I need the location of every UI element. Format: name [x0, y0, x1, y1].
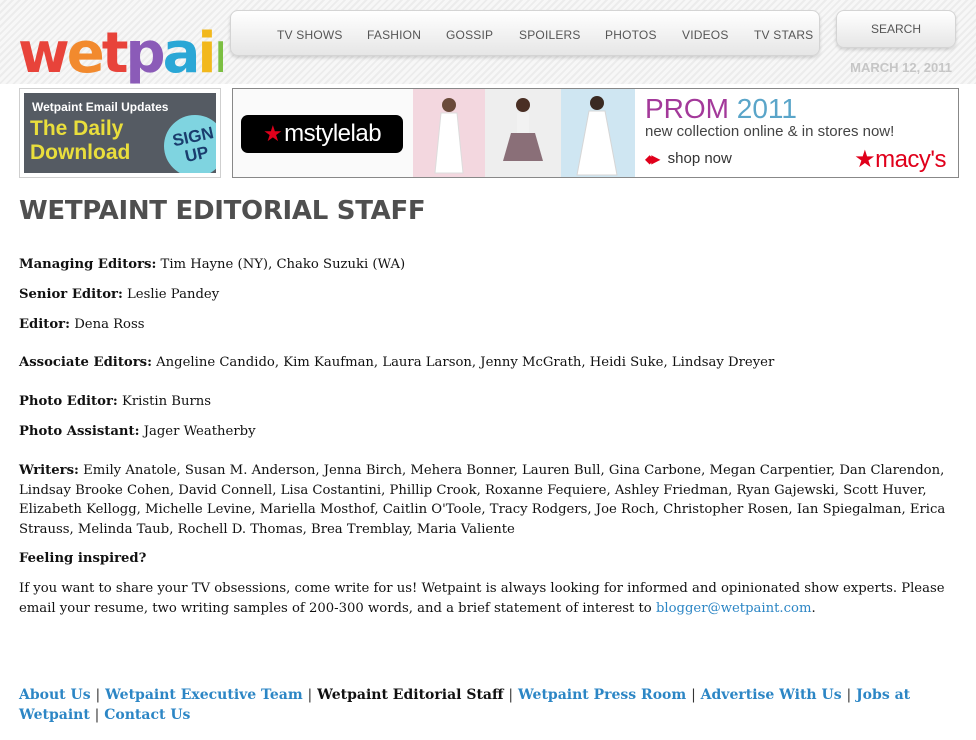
nav-tab-videos[interactable]: VIDEOS — [682, 28, 729, 42]
prom-word: PROM — [645, 93, 729, 124]
staff-names: Tim Hayne (NY), Chako Suzuki (WA) — [160, 257, 406, 272]
nav-tab-fashion[interactable]: FASHION — [367, 28, 421, 42]
ad-brand-panel: ★ mstylelab — [233, 89, 413, 177]
footer-link-about-us[interactable]: About Us — [19, 687, 91, 703]
email-updates-promo[interactable]: Wetpaint Email Updates The Daily Downloa… — [19, 88, 221, 178]
main-navigation: TV SHOWS FASHION GOSSIP SPOILERS PHOTOS … — [230, 10, 820, 56]
prom-subtitle: new collection online & in stores now! — [645, 123, 895, 140]
double-arrow-icon: ◆▶ — [645, 152, 661, 166]
star-icon: ★ — [854, 146, 876, 173]
feeling-inspired-heading: Feeling inspired? — [19, 549, 949, 569]
staff-photo-editor: Photo Editor: Kristin Burns — [19, 392, 949, 412]
inspired-heading-text: Feeling inspired? — [19, 551, 147, 566]
footer-link-advertise[interactable]: Advertise With Us — [701, 687, 842, 703]
staff-editor: Editor: Dena Ross — [19, 315, 949, 335]
wetpaint-logo[interactable]: wetpaint — [18, 14, 223, 90]
nav-tab-tv-shows[interactable]: TV SHOWS — [277, 28, 343, 42]
staff-names: Angeline Candido, Kim Kaufman, Laura Lar… — [156, 355, 775, 370]
shop-now-label: shop now — [667, 150, 732, 167]
nav-tab-gossip[interactable]: GOSSIP — [446, 28, 493, 42]
signup-button[interactable]: SIGN UP — [158, 109, 216, 173]
footer-link-press-room[interactable]: Wetpaint Press Room — [518, 687, 686, 703]
promo-heading: Wetpaint Email Updates — [32, 100, 169, 114]
promo-panel: Wetpaint Email Updates The Daily Downloa… — [24, 93, 216, 173]
footer-separator: | — [691, 687, 696, 703]
prom-year: 2011 — [736, 93, 797, 124]
nav-tab-tv-stars[interactable]: TV STARS — [754, 28, 813, 42]
footer-separator: | — [508, 687, 514, 703]
footer-separator: | — [94, 706, 100, 723]
footer-link-contact-us[interactable]: Contact Us — [104, 707, 190, 723]
staff-associate-editors: Associate Editors: Angeline Candido, Kim… — [19, 353, 949, 373]
staff-names: Emily Anatole, Susan M. Anderson, Jenna … — [19, 463, 946, 537]
staff-label: Editor: — [19, 317, 70, 332]
staff-managing-editors: Managing Editors: Tim Hayne (NY), Chako … — [19, 255, 949, 275]
macys-logo: ★macy's — [854, 145, 946, 174]
staff-label: Photo Editor: — [19, 394, 118, 409]
mstylelab-logo: ★ mstylelab — [241, 115, 403, 153]
ad-copy-panel: PROM 2011 new collection online & in sto… — [635, 89, 958, 177]
footer-separator: | — [846, 687, 852, 703]
staff-names: Kristin Burns — [121, 394, 212, 409]
inspired-end: . — [811, 600, 816, 616]
promo-title: The Daily Download — [30, 117, 131, 164]
staff-names: Dena Ross — [74, 317, 145, 332]
footer-separator: | — [95, 687, 101, 703]
staff-label: Senior Editor: — [19, 287, 123, 302]
page-title: WETPAINT EDITORIAL STAFF — [19, 196, 426, 226]
staff-label: Managing Editors: — [19, 257, 157, 272]
footer-separator: | — [307, 687, 313, 703]
macys-text: macy's — [875, 146, 946, 173]
staff-senior-editor: Senior Editor: Leslie Pandey — [19, 285, 949, 305]
nav-tab-photos[interactable]: PHOTOS — [605, 28, 657, 42]
staff-writers: Writers: Emily Anatole, Susan M. Anderso… — [19, 461, 949, 539]
staff-label: Associate Editors: — [19, 355, 152, 370]
staff-label: Writers: — [19, 463, 79, 478]
staff-label: Photo Assistant: — [19, 424, 140, 439]
email-link[interactable]: blogger@wetpaint.com — [656, 601, 812, 616]
current-date: MARCH 12, 2011 — [850, 60, 952, 75]
star-icon: ★ — [262, 121, 283, 146]
staff-photo-assistant: Photo Assistant: Jager Weatherby — [19, 422, 949, 442]
feeling-inspired-paragraph: If you want to share your TV obsessions,… — [19, 579, 949, 618]
prom-headline: PROM 2011 — [645, 93, 797, 125]
macys-prom-ad[interactable]: ★ mstylelab PROM 2011 new collection onl… — [232, 88, 959, 178]
footer-links: About Us | Wetpaint Executive Team | Wet… — [19, 686, 949, 725]
shop-now-link[interactable]: ◆▶ shop now — [645, 150, 732, 167]
svg-text:wetpaint: wetpaint — [18, 21, 223, 86]
footer-link-executive-team[interactable]: Wetpaint Executive Team — [105, 687, 303, 703]
mstylelab-text: mstylelab — [284, 120, 382, 147]
staff-names: Jager Weatherby — [143, 424, 256, 439]
signup-line-2: UP — [183, 142, 211, 167]
search-tab[interactable]: SEARCH — [836, 10, 956, 48]
ad-model-photos — [413, 89, 635, 177]
staff-names: Leslie Pandey — [127, 287, 220, 302]
nav-tab-spoilers[interactable]: SPOILERS — [519, 28, 581, 42]
footer-current-page: Wetpaint Editorial Staff — [317, 687, 504, 703]
